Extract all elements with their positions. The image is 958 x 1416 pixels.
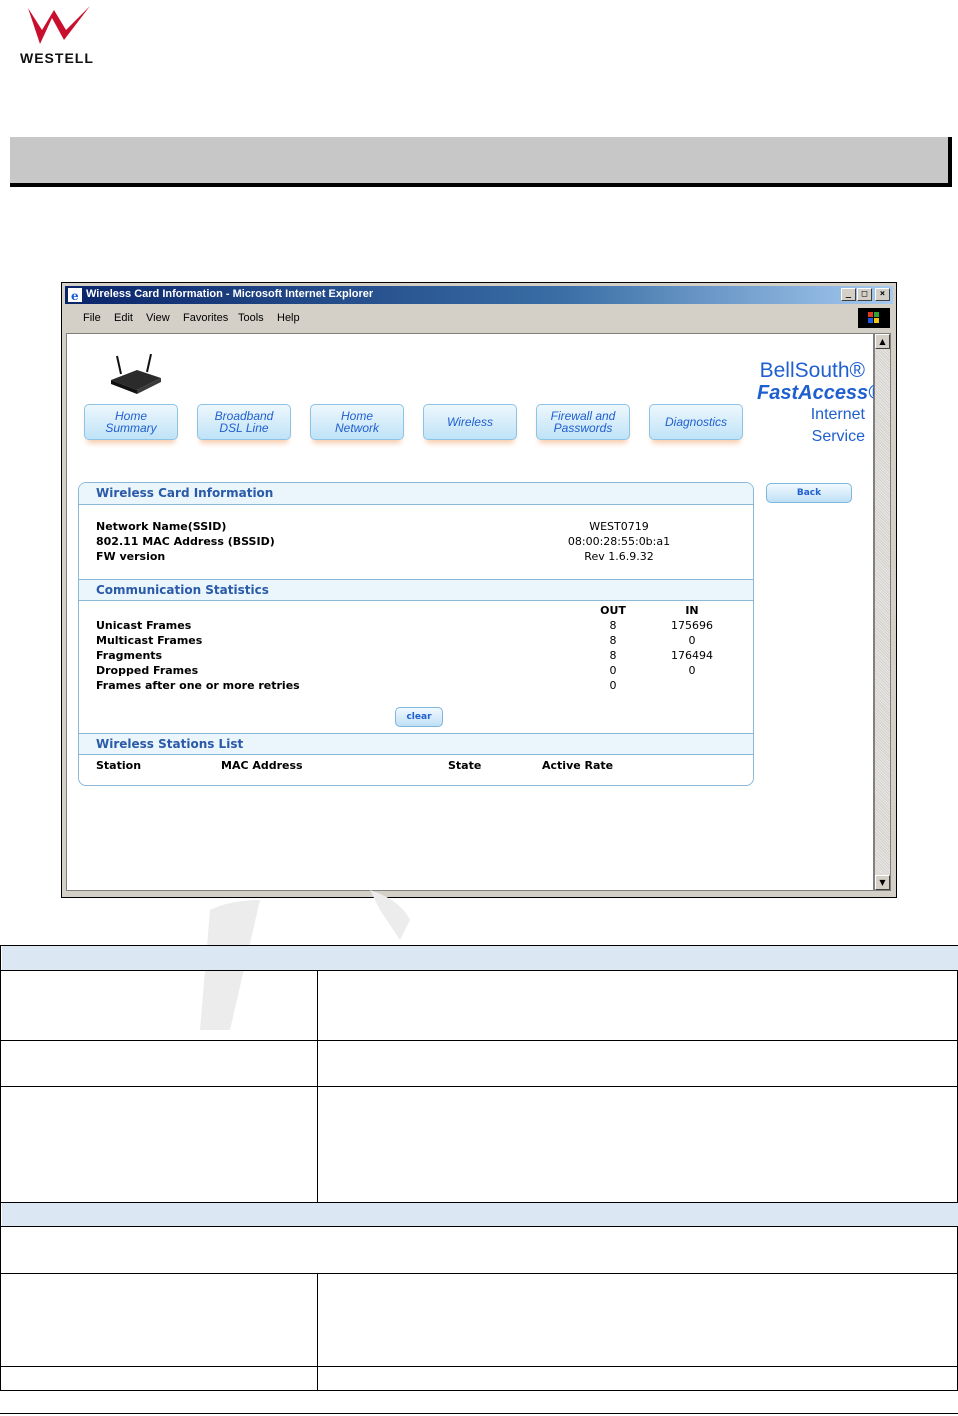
wireless-card-panel: Wireless Card Information Network Name(S… — [78, 482, 754, 786]
ssid-value: WEST0719 — [589, 520, 649, 533]
stat-label: Multicast Frames — [96, 634, 203, 647]
menu-edit[interactable]: Edit — [114, 312, 133, 324]
table-column-divider — [317, 971, 318, 1202]
card-info-header: Wireless Card Information — [79, 483, 753, 505]
stat-in: 0 — [688, 634, 696, 647]
stat-out: 8 — [609, 634, 617, 647]
col-mac-address: MAC Address — [221, 759, 303, 772]
page-viewport: Home Summary Broadband DSL Line Home Net… — [66, 333, 883, 891]
nav-home-network[interactable]: Home Network — [310, 404, 404, 440]
col-out-header: OUT — [600, 604, 626, 617]
stat-out: 8 — [609, 619, 617, 632]
browser-window: e Wireless Card Information - Microsoft … — [61, 282, 897, 898]
back-button[interactable]: Back — [766, 483, 852, 503]
bellsouth-brand: BellSouth® FastAccess® Internet Service — [757, 359, 883, 448]
menu-view[interactable]: View — [146, 312, 170, 324]
stat-out: 0 — [609, 664, 617, 677]
ssid-label: Network Name(SSID) — [96, 520, 227, 533]
table-rule — [1, 1273, 957, 1274]
maximize-button[interactable]: □ — [857, 288, 872, 301]
fw-value: Rev 1.6.9.32 — [584, 550, 654, 563]
mac-value: 08:00:28:55:0b:a1 — [567, 535, 671, 548]
ie-icon: e — [68, 288, 82, 302]
menu-bar: File Edit View Favorites Tools Help — [65, 307, 893, 329]
windows-logo-icon — [858, 308, 890, 328]
col-in-header: IN — [685, 604, 699, 617]
footer-rule — [0, 1413, 958, 1414]
stat-out: 0 — [609, 679, 617, 692]
nav-diagnostics[interactable]: Diagnostics — [649, 404, 743, 440]
table-header-row — [2, 946, 958, 970]
nav-broadband-dsl-line[interactable]: Broadband DSL Line — [197, 404, 291, 440]
nav-wireless[interactable]: Wireless — [423, 404, 517, 440]
stat-in: 175696 — [671, 619, 713, 632]
menu-file[interactable]: File — [83, 312, 101, 324]
comm-stats-header: Communication Statistics — [79, 579, 753, 601]
table-rule — [1, 1086, 957, 1087]
table-rule — [1, 970, 957, 971]
table-section-row — [2, 1203, 958, 1226]
document-table — [0, 945, 958, 1391]
nav-firewall-passwords[interactable]: Firewall and Passwords — [536, 404, 630, 440]
vertical-scrollbar[interactable]: ▲ ▼ — [874, 333, 891, 891]
minimize-button[interactable]: _ — [841, 288, 856, 301]
nav-home-summary[interactable]: Home Summary — [84, 404, 178, 440]
section-banner — [10, 137, 952, 187]
col-active-rate: Active Rate — [542, 759, 614, 772]
stat-label: Fragments — [96, 649, 163, 662]
col-state: State — [448, 759, 482, 772]
fw-label: FW version — [96, 550, 166, 563]
col-station: Station — [96, 759, 142, 772]
stations-list-header: Wireless Stations List — [79, 733, 753, 755]
stat-label: Unicast Frames — [96, 619, 192, 632]
stat-in: 176494 — [671, 649, 713, 662]
close-button[interactable]: × — [875, 288, 890, 301]
stat-out: 8 — [609, 649, 617, 662]
brand-internet-service: Internet Service — [810, 406, 865, 445]
menu-favorites[interactable]: Favorites — [183, 312, 228, 324]
table-rule — [1, 1226, 957, 1227]
stat-label: Frames after one or more retries — [96, 679, 300, 692]
mac-label: 802.11 MAC Address (BSSID) — [96, 535, 275, 548]
window-title: Wireless Card Information - Microsoft In… — [86, 288, 374, 300]
menu-tools[interactable]: Tools — [238, 312, 264, 324]
stat-label: Dropped Frames — [96, 664, 199, 677]
table-column-divider — [317, 1274, 318, 1391]
table-rule — [1, 1040, 957, 1041]
logo-text: WESTELL — [20, 50, 94, 66]
scroll-down-button[interactable]: ▼ — [875, 875, 890, 890]
title-bar[interactable]: e Wireless Card Information - Microsoft … — [65, 286, 893, 304]
stat-in: 0 — [688, 664, 696, 677]
svg-text:e: e — [71, 289, 79, 302]
scroll-up-button[interactable]: ▲ — [875, 334, 890, 349]
brand-bellsouth: BellSouth® — [759, 359, 865, 382]
brand-fastaccess: FastAccess® — [757, 382, 883, 404]
clear-button[interactable]: clear — [395, 707, 443, 727]
table-rule — [1, 1366, 957, 1367]
router-image — [111, 354, 161, 394]
menu-help[interactable]: Help — [277, 312, 300, 324]
